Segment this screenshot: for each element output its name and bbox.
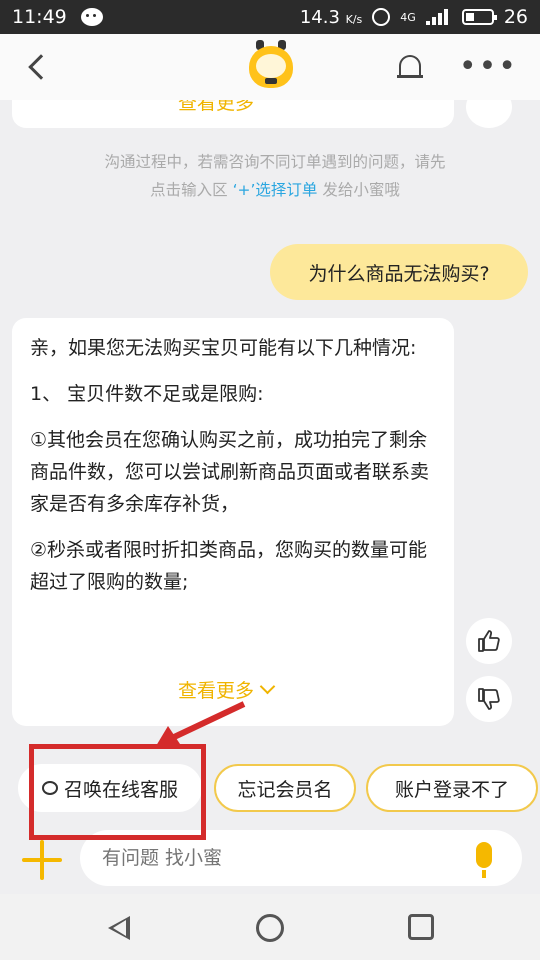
network-type: 4G [400,10,416,24]
nav-back-icon[interactable] [108,916,130,940]
wechat-icon [80,8,103,26]
alime-logo-icon [246,40,296,92]
network-speed: 14.3 K/s [299,6,363,28]
bot-paragraph: 亲，如果您无法购买宝贝可能有以下几种情况: [30,337,417,359]
bell-icon[interactable] [396,53,423,81]
annotation-arrow [156,701,246,746]
battery-icon [461,9,497,25]
bot-message-bubble: 亲，如果您无法购买宝贝可能有以下几种情况: 1、 宝贝件数不足或是限购: ①其他… [12,318,454,726]
nav-recent-icon[interactable] [408,914,434,940]
see-more-link[interactable]: 查看更多 [178,676,276,703]
plus-icon[interactable] [22,840,62,880]
nav-bar: ••• [0,34,540,100]
bot-paragraph: 1、 宝贝件数不足或是限购: [30,383,264,405]
bot-paragraph: ①其他会员在您确认购买之前，成功拍完了剩余商品件数，您可以尝试刷新商品页面或者联… [30,429,430,515]
status-bar: 11:49 14.3 K/s 4G 26 [0,0,540,34]
select-order-link[interactable]: 选择订单 [255,181,317,199]
annotation-highlight-box [29,744,206,840]
status-time: 11:49 [12,6,67,28]
quick-reply-login-issue[interactable]: 账户登录不了 [366,764,538,812]
system-tip: 沟通过程中，若需咨询不同订单遇到的问题，请先点击输入区 ‘+’选择订单 发给小蜜… [104,153,446,199]
microphone-icon[interactable] [470,842,498,878]
signal-icon [425,9,452,25]
quick-reply-forgot-username[interactable]: 忘记会员名 [214,764,356,812]
thumb-down-icon[interactable] [466,676,512,722]
text-fade [12,588,454,678]
nav-home-icon[interactable] [256,914,284,942]
alarm-icon [372,8,391,26]
plus-hint: ‘+’ [232,181,256,199]
more-icon[interactable]: ••• [459,52,518,82]
system-nav-bar [0,894,540,960]
battery-level: 26 [503,6,528,28]
thumb-up-icon[interactable] [466,618,512,664]
chevron-down-icon [259,678,276,695]
user-message-bubble: 为什么商品无法购买? [270,244,528,300]
back-icon[interactable] [28,54,54,80]
